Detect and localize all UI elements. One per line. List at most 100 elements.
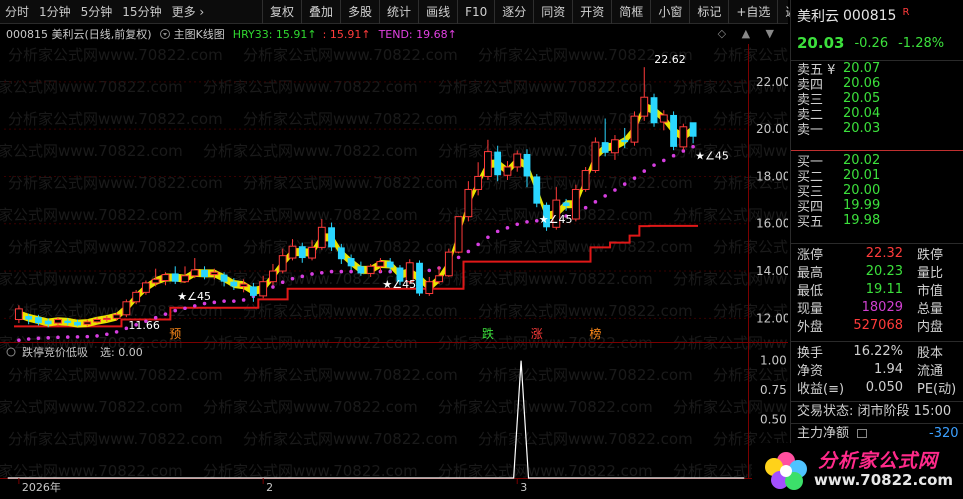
- sub-y-tick-label: 0.50: [760, 412, 787, 426]
- buy-row[interactable]: 买五 19.98: [791, 213, 963, 230]
- toolbar-button-11[interactable]: 标记: [689, 0, 728, 24]
- candle-body: [181, 275, 189, 283]
- tend-dot: [427, 268, 432, 273]
- stat-row: 最低 19.11 市值: [791, 280, 963, 299]
- stock-name: 美利云: [797, 9, 839, 25]
- tend-dot: [310, 272, 314, 276]
- candle-body: [269, 270, 277, 283]
- watermark-text: 分析家公式网www.70822.com: [203, 78, 418, 96]
- sell-row[interactable]: 卖一 20.03: [791, 121, 963, 138]
- sub-y-tick-label: 0.75: [760, 383, 787, 397]
- stat-right-label: PE(动): [917, 381, 957, 397]
- candle-body: [454, 216, 463, 253]
- tend-dot: [183, 306, 187, 311]
- tend-dot: [46, 336, 50, 340]
- buy-level-price: 19.98: [843, 213, 881, 228]
- candle-body: [102, 317, 111, 321]
- candle-body: [416, 262, 423, 294]
- candle-body: [298, 246, 306, 259]
- sub-chart-title: 跌停竞价低吸: [22, 345, 88, 359]
- toolbar-button-6[interactable]: 逐分: [494, 0, 533, 24]
- candle-body: [141, 282, 150, 293]
- period-tab-4[interactable]: 更多 ›: [167, 0, 210, 24]
- watermark-text: 分析家公式网www.70822.com: [243, 238, 458, 256]
- stat-row: 收益(≡) 0.050 PE(动): [791, 378, 963, 397]
- stat-row: 外盘 527068 内盘: [791, 316, 963, 335]
- candle-body: [494, 151, 502, 176]
- toolbar-button-5[interactable]: F10: [457, 0, 494, 24]
- tend-dot: [349, 269, 353, 274]
- toolbar-button-10[interactable]: 小窗: [650, 0, 689, 24]
- toolbar-button-0[interactable]: 复权: [262, 0, 301, 24]
- toolbar-button-8[interactable]: 开资: [572, 0, 611, 24]
- toolbar: 分时 1分钟 5分钟 15分钟 更多 › 复权 叠加 多股 统计 画线 F10 逐分 同资 开资 简框 小窗…: [0, 0, 809, 24]
- stat-value: 16.22%: [853, 343, 903, 359]
- candle-body: [35, 317, 42, 324]
- tend-dot: [632, 176, 637, 180]
- quote-panel: 美利云 000815 R 20.03 -0.26 -1.28% 卖五 ¥20.0…: [790, 0, 963, 499]
- period-selector: 分时 1分钟 5分钟 15分钟 更多 ›: [0, 0, 209, 24]
- candle-body: [571, 188, 580, 220]
- candle-body: [679, 126, 688, 148]
- buy-level-price: 19.99: [843, 198, 881, 213]
- stat-value: 1.94: [874, 361, 903, 377]
- tend-dot: [300, 274, 305, 279]
- x-tick-label: 2026年: [22, 480, 61, 494]
- toolbar-buttons: 复权叠加多股统计画线F10逐分同资开资简框小窗标记+自选返回: [262, 0, 816, 24]
- toolbar-button-12[interactable]: +自选: [728, 0, 777, 24]
- signal-label: 跌: [482, 326, 494, 341]
- chart-canvas: 分析家公式网www.70822.com 分析家公式网www.70822.com 分析…: [0, 44, 788, 494]
- watermark-text: 分析家公式网www.70822.com: [8, 430, 223, 448]
- stat-label: 收益(≡): [797, 381, 845, 397]
- stat-row: 换手 16.22% 股本: [791, 342, 963, 361]
- candle-body: [122, 301, 131, 316]
- y-tick-label: 16.00: [756, 217, 788, 231]
- sub-value: : 15.91↑: [322, 27, 371, 41]
- tend-dot: [662, 158, 666, 163]
- watermark-text: 分析家公式网www.70822.com: [438, 462, 653, 480]
- watermark-text: 分析家公式网www.70822.com: [0, 398, 183, 416]
- sell-level-price: 20.05: [843, 91, 881, 106]
- stat-label: 换手: [797, 345, 824, 361]
- candle-body: [376, 261, 385, 267]
- candle-body: [201, 269, 208, 277]
- tend-dot: [271, 285, 275, 289]
- chart-controls[interactable]: ◇ ▲ ▼: [718, 27, 780, 40]
- watermark-text: 分析家公式网www.70822.com: [243, 366, 458, 384]
- logo-text: 分析家公式网: [818, 450, 939, 472]
- candle-body: [650, 97, 658, 124]
- toolbar-button-2[interactable]: 多股: [340, 0, 379, 24]
- price-line: 20.03 -0.26 -1.28%: [791, 32, 963, 54]
- period-tab-1[interactable]: 1分钟: [34, 0, 76, 24]
- period-tab-0[interactable]: 分时: [0, 0, 34, 24]
- candle-body: [132, 291, 141, 303]
- toolbar-button-1[interactable]: 叠加: [301, 0, 340, 24]
- indicator-dropdown-icon[interactable]: [159, 29, 170, 39]
- toolbar-button-7[interactable]: 同资: [533, 0, 572, 24]
- chart-marker: ★∠45: [695, 149, 729, 162]
- period-tab-3[interactable]: 15分钟: [117, 0, 166, 24]
- toolbar-button-4[interactable]: 画线: [418, 0, 457, 24]
- tend-dot: [613, 188, 617, 192]
- watermark-text: 分析家公式网www.70822.com: [478, 302, 693, 320]
- candle-body: [366, 265, 375, 274]
- watermark-text: 分析家公式网www.70822.com: [203, 398, 418, 416]
- candle-body: [562, 202, 570, 207]
- chart-marker: 22.62: [654, 53, 686, 66]
- tend-dot: [173, 308, 178, 313]
- candle-body: [44, 320, 52, 325]
- candle-body: [74, 321, 81, 326]
- watermark-text: 分析家公式网www.70822.com: [713, 46, 788, 64]
- toolbar-button-9[interactable]: 简框: [611, 0, 650, 24]
- candle-body: [386, 261, 394, 268]
- tend-dot: [495, 229, 500, 234]
- buy-level-label: 买五: [797, 215, 824, 230]
- indicator-name[interactable]: 主图K线图: [174, 26, 225, 42]
- hry-value: HRY33: 15.91↑: [232, 27, 317, 41]
- price-change: -0.26: [854, 35, 889, 51]
- period-tab-2[interactable]: 5分钟: [76, 0, 118, 24]
- tend-dot: [56, 335, 60, 340]
- list-icon[interactable]: [857, 429, 868, 438]
- tend-dot: [456, 255, 461, 260]
- toolbar-button-3[interactable]: 统计: [379, 0, 418, 24]
